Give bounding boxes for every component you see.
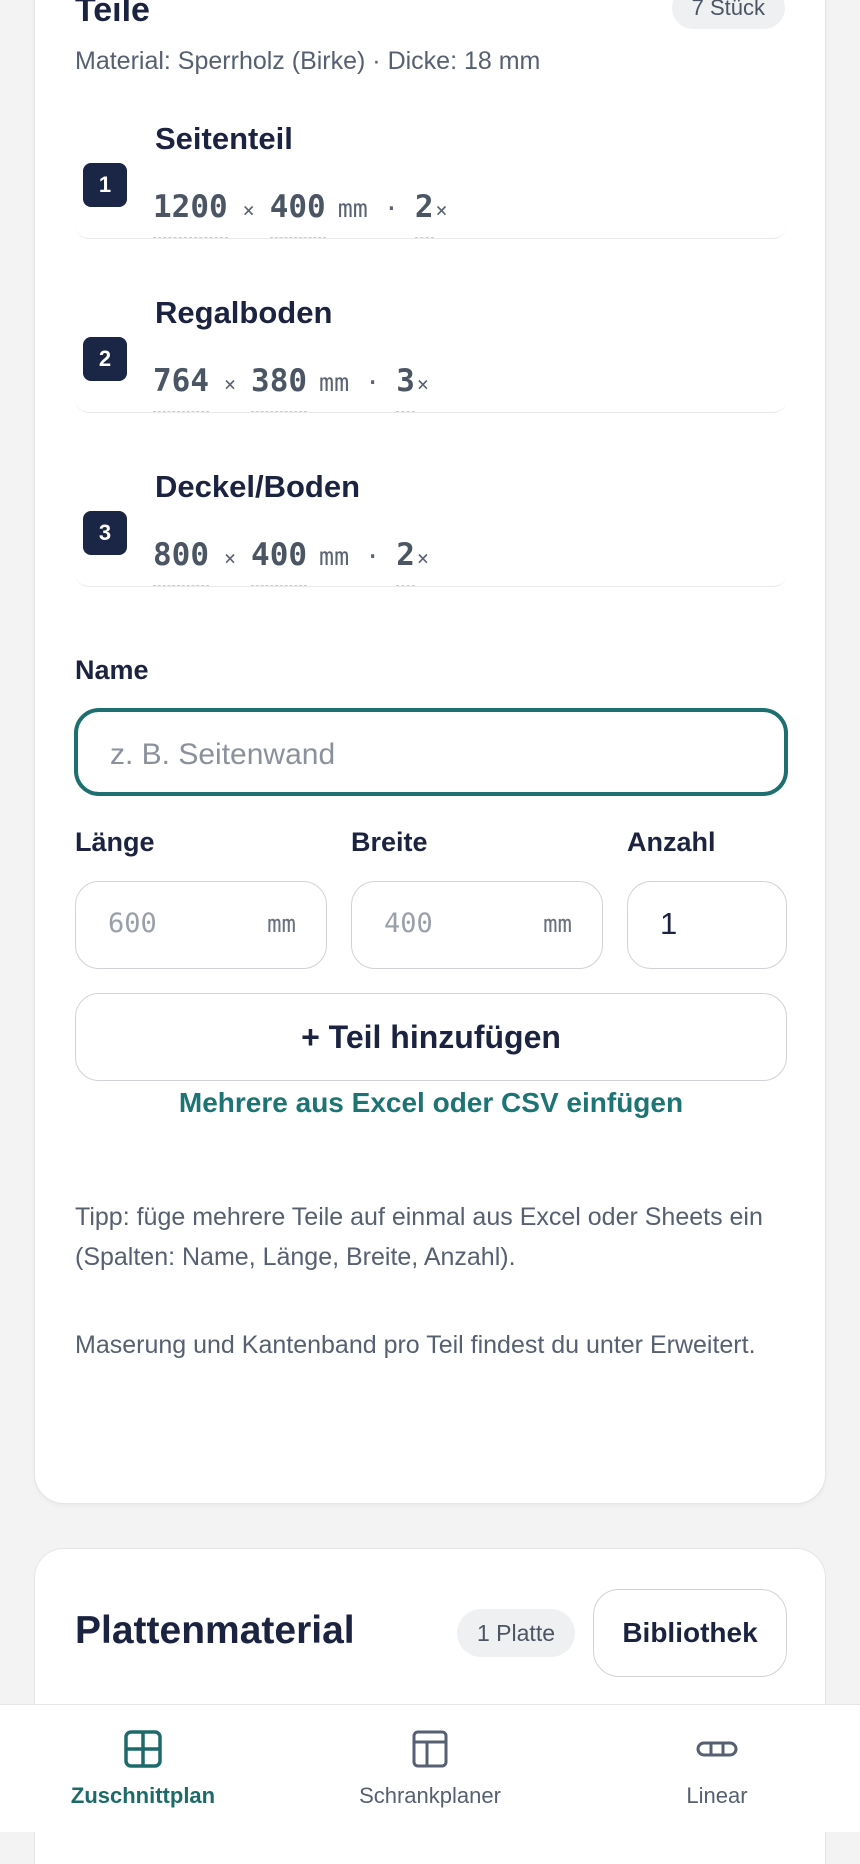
cabinet-icon (410, 1729, 450, 1774)
nav-item-schrankplaner[interactable]: Schrankplaner (287, 1705, 573, 1833)
quantity-value: 1 (660, 906, 678, 941)
library-button[interactable]: Bibliothek (593, 1589, 787, 1677)
part-unit: mm (319, 368, 350, 397)
part-row[interactable]: 2 Regalboden 764 × 380 mm · 3 × (75, 239, 787, 413)
nav-label: Zuschnittplan (70, 1783, 216, 1808)
quantity-times: × (435, 198, 448, 222)
part-index-badge: 1 (83, 163, 127, 207)
grid-icon (123, 1729, 163, 1774)
part-width[interactable]: 380 (251, 363, 308, 412)
part-unit: mm (337, 194, 368, 223)
paste-from-excel-link[interactable]: Mehrere aus Excel oder CSV einfügen (75, 1087, 787, 1119)
part-dimensions: 800 × 400 mm · 2 × (153, 537, 429, 586)
part-quantity[interactable]: 3 (396, 363, 415, 412)
advanced-hint: Maserung und Kantenband pro Teil findest… (75, 1331, 756, 1359)
linear-bar-icon (695, 1729, 739, 1774)
part-name[interactable]: Regalboden (155, 295, 332, 331)
part-quantity[interactable]: 2 (396, 537, 415, 586)
separator-dot: · (365, 368, 381, 397)
part-width[interactable]: 400 (269, 189, 326, 238)
part-name[interactable]: Seitenteil (155, 121, 293, 157)
quantity-times: × (416, 372, 429, 396)
length-input[interactable]: 600 mm (75, 881, 327, 969)
part-dimensions: 764 × 380 mm · 3 × (153, 363, 429, 412)
part-length[interactable]: 1200 (153, 189, 228, 238)
part-quantity[interactable]: 2 (414, 189, 434, 238)
bottom-navigation: Zuschnittplan Schrankplaner Linear (0, 1704, 860, 1832)
times-sign: × (224, 372, 237, 396)
part-row[interactable]: 1 Seitenteil 1200 × 400 mm · 2 × (75, 65, 787, 239)
width-input[interactable]: 400 mm (351, 881, 603, 969)
quantity-times: × (416, 546, 429, 570)
quantity-input[interactable]: 1 (627, 881, 787, 969)
part-index-badge: 3 (83, 511, 127, 555)
separator-dot: · (365, 542, 381, 571)
separator-dot: · (383, 194, 399, 223)
part-name[interactable]: Deckel/Boden (155, 469, 360, 505)
parts-count-badge: 7 Stück (671, 0, 785, 29)
tip-text: Tipp: füge mehrere Teile auf einmal aus … (75, 1203, 763, 1271)
nav-label: Linear (686, 1783, 748, 1808)
name-input[interactable]: z. B. Seitenwand (75, 709, 787, 795)
part-index-badge: 2 (83, 337, 127, 381)
part-length[interactable]: 764 (153, 363, 209, 412)
plate-count-badge: 1 Platte (457, 1609, 575, 1657)
times-sign: × (242, 198, 255, 222)
width-label: Breite (351, 827, 428, 857)
width-unit: mm (543, 910, 572, 938)
add-part-button[interactable]: + Teil hinzufügen (75, 993, 787, 1081)
nav-item-zuschnittplan[interactable]: Zuschnittplan (0, 1705, 286, 1833)
material-card-title: Plattenmaterial (75, 1609, 355, 1652)
nav-label: Schrankplaner (359, 1783, 501, 1808)
quantity-label: Anzahl (627, 827, 716, 857)
parts-card-title: Teile (75, 0, 150, 29)
part-unit: mm (319, 542, 350, 571)
times-sign: × (224, 546, 237, 570)
part-row[interactable]: 3 Deckel/Boden 800 × 400 mm · 2 × (75, 413, 787, 587)
width-placeholder: 400 (384, 908, 433, 939)
part-width[interactable]: 400 (251, 537, 308, 586)
length-placeholder: 600 (108, 908, 157, 939)
part-length[interactable]: 800 (153, 537, 209, 586)
name-label: Name (75, 655, 149, 685)
length-label: Länge (75, 827, 155, 857)
length-unit: mm (267, 910, 296, 938)
nav-item-linear[interactable]: Linear (574, 1705, 860, 1833)
part-dimensions: 1200 × 400 mm · 2 × (153, 189, 448, 238)
name-placeholder: z. B. Seitenwand (110, 738, 336, 771)
parts-card: Teile 7 Stück Material: Sperrholz (Birke… (34, 0, 826, 1504)
